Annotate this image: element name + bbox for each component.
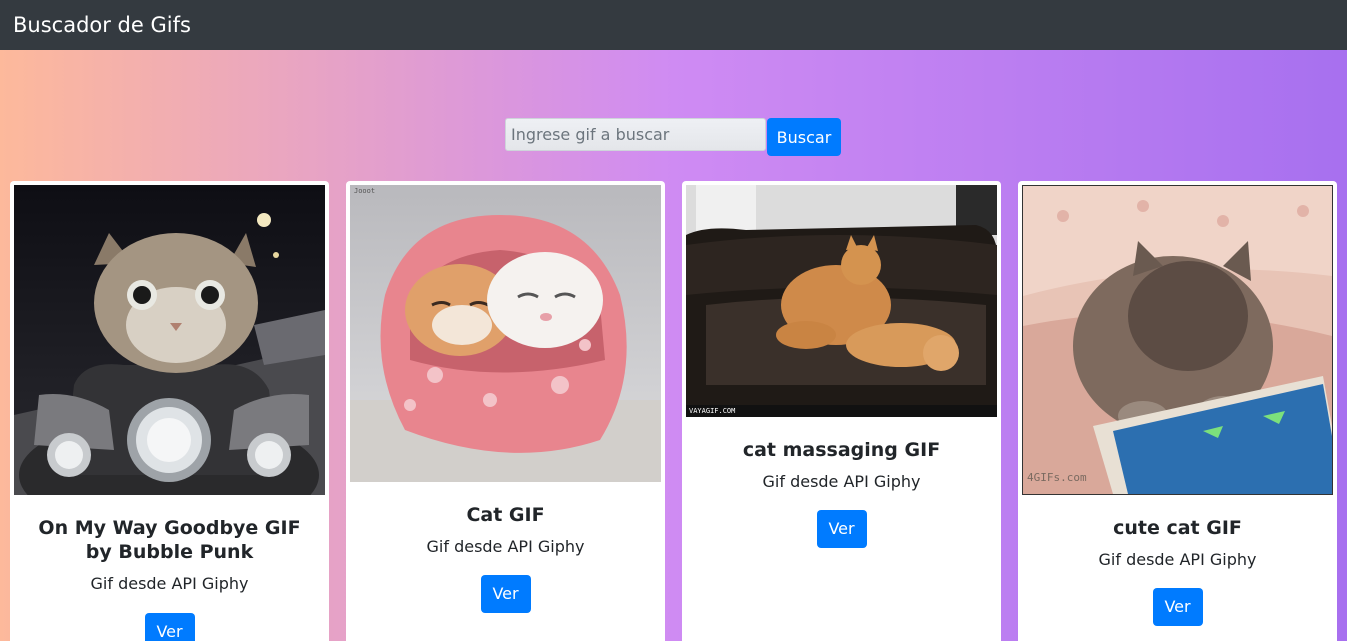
search-button[interactable]: Buscar <box>767 118 841 156</box>
card-subtitle: Gif desde API Giphy <box>426 537 585 556</box>
card-body: cute cat GIF Gif desde API Giphy Ver <box>1022 516 1333 626</box>
image-watermark: VAYAGIF.COM <box>689 407 736 415</box>
search-form: Buscar <box>505 118 841 156</box>
card-subtitle: Gif desde API Giphy <box>1098 550 1257 569</box>
gif-card: VAYAGIF.COM cat massaging GIF Gif desde … <box>682 181 1001 641</box>
ver-button[interactable]: Ver <box>144 613 195 641</box>
kitten-on-motorcycle-image <box>14 185 325 495</box>
card-body: cat massaging GIF Gif desde API Giphy Ve… <box>686 438 997 548</box>
card-body: On My Way Goodbye GIF by Bubble Punk Gif… <box>14 516 325 641</box>
card-subtitle: Gif desde API Giphy <box>90 574 249 593</box>
gif-card: Jooot Cat GIF Gif desde API Giphy Ver <box>346 181 665 641</box>
search-input[interactable] <box>505 118 766 151</box>
ver-button[interactable]: Ver <box>816 510 867 548</box>
card-title: cat massaging GIF <box>742 439 941 461</box>
card-subtitle: Gif desde API Giphy <box>762 472 921 491</box>
card-title: On My Way Goodbye GIF by Bubble Punk <box>38 517 301 563</box>
card-body: Cat GIF Gif desde API Giphy Ver <box>350 503 661 613</box>
two-cats-in-pink-blanket-image: Jooot <box>350 185 661 482</box>
navbar: Buscador de Gifs <box>0 0 1347 50</box>
image-watermark: 4GIFs.com <box>1027 471 1087 484</box>
gif-card: 4GIFs.com cute cat GIF Gif desde API Gip… <box>1018 181 1337 641</box>
cat-massaging-cat-on-sofa-image: VAYAGIF.COM <box>686 185 997 417</box>
navbar-brand[interactable]: Buscador de Gifs <box>13 13 191 37</box>
kitten-playing-with-phone-image: 4GIFs.com <box>1022 185 1333 495</box>
gif-card: On My Way Goodbye GIF by Bubble Punk Gif… <box>10 181 329 641</box>
ver-button[interactable]: Ver <box>1152 588 1203 626</box>
image-watermark: Jooot <box>354 187 376 195</box>
card-title: cute cat GIF <box>1113 517 1242 539</box>
ver-button[interactable]: Ver <box>480 575 531 613</box>
card-title: Cat GIF <box>466 504 545 526</box>
